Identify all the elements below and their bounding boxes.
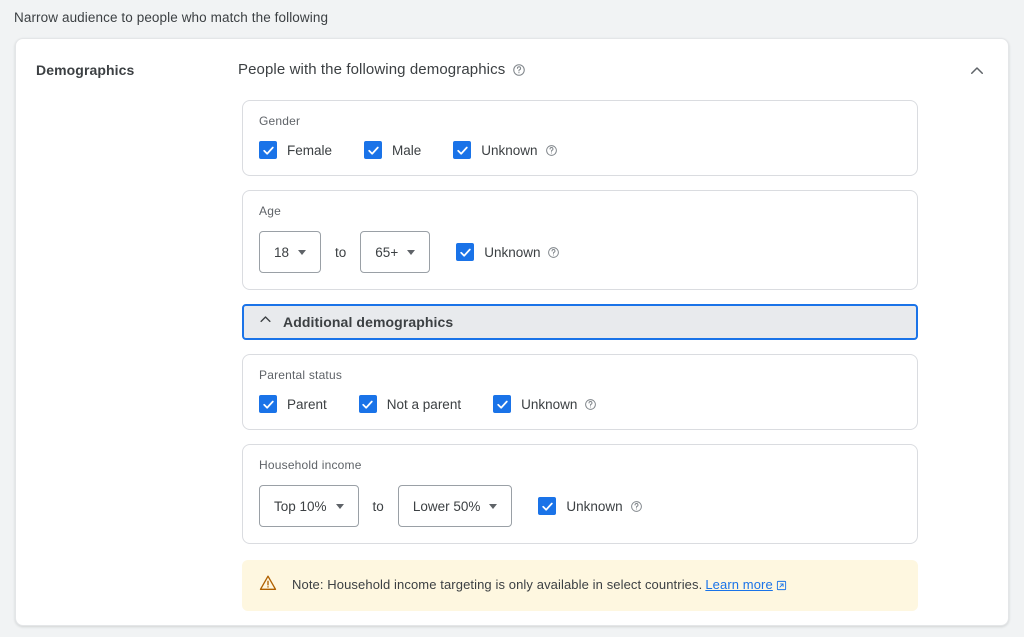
gender-checkbox-male[interactable]: Male — [364, 141, 421, 159]
warning-triangle-icon — [258, 573, 278, 598]
parental-status-panel: Parental status Parent Not a parent Unkn… — [242, 354, 918, 430]
age-panel: Age 18 to 65+ Unknown — [242, 190, 918, 290]
parental-checkbox-not-a-parent[interactable]: Not a parent — [358, 395, 462, 413]
household-income-panel: Household income Top 10% to Lower 50% Un… — [242, 444, 918, 544]
checkbox-checked-icon — [358, 395, 377, 413]
parental-status-label: Parental status — [259, 368, 343, 382]
checkbox-label: Unknown — [484, 244, 541, 260]
help-circle-icon[interactable] — [545, 144, 558, 157]
checkbox-checked-icon — [453, 141, 472, 159]
income-to-dropdown[interactable]: Lower 50% — [397, 485, 513, 527]
gender-panel: Gender Female Male Unknown — [242, 100, 918, 176]
checkbox-label: Unknown — [481, 142, 538, 158]
checkbox-label: Female — [287, 142, 333, 158]
demographics-targeting-page: Narrow audience to people who match the … — [0, 0, 1024, 637]
checkbox-checked-icon — [259, 395, 277, 413]
help-circle-icon[interactable] — [547, 246, 560, 259]
card-section-label: Demographics — [36, 62, 135, 78]
additional-demographics-label: Additional demographics — [283, 314, 454, 330]
income-from-value: Top 10% — [274, 498, 327, 514]
gender-checkbox-unknown[interactable]: Unknown — [453, 141, 557, 159]
household-income-label: Household income — [259, 458, 362, 472]
gender-label: Gender — [259, 114, 301, 128]
chevron-down-icon — [298, 249, 307, 255]
chevron-up-icon — [258, 312, 273, 332]
gender-options: Female Male Unknown — [259, 141, 901, 159]
checkbox-checked-icon — [259, 141, 277, 159]
note-message: Note: Household income targeting is only… — [292, 577, 703, 592]
age-to-dropdown[interactable]: 65+ — [360, 231, 431, 273]
checkbox-checked-icon — [364, 141, 383, 159]
collapse-section-button[interactable] — [964, 59, 990, 85]
card-header: People with the following demographics — [238, 61, 526, 78]
age-from-value: 18 — [274, 244, 290, 260]
age-checkbox-unknown[interactable]: Unknown — [456, 243, 560, 261]
age-range-separator: to — [335, 244, 347, 260]
demographics-card: Demographics People with the following d… — [15, 38, 1009, 626]
age-range-row: 18 to 65+ Unknown — [259, 231, 901, 273]
note-text-wrapper: Note: Household income targeting is only… — [292, 577, 787, 594]
parental-checkbox-parent[interactable]: Parent — [259, 395, 327, 413]
checkbox-checked-icon — [456, 243, 475, 261]
help-circle-icon[interactable] — [630, 500, 643, 513]
checkbox-label: Male — [392, 142, 422, 158]
income-checkbox-unknown[interactable]: Unknown — [538, 497, 642, 515]
parental-status-options: Parent Not a parent Unknown — [259, 395, 901, 413]
chevron-up-icon — [968, 62, 986, 83]
income-from-dropdown[interactable]: Top 10% — [259, 485, 359, 527]
age-label: Age — [259, 204, 281, 218]
demographics-content: Gender Female Male Unknown Age 18 to 65+… — [242, 100, 918, 611]
help-circle-icon[interactable] — [512, 63, 526, 77]
chevron-down-icon — [407, 249, 416, 255]
chevron-down-icon — [489, 503, 498, 509]
page-instruction: Narrow audience to people who match the … — [14, 10, 329, 25]
chevron-down-icon — [335, 503, 344, 509]
age-from-dropdown[interactable]: 18 — [259, 231, 322, 273]
income-availability-note: Note: Household income targeting is only… — [242, 560, 918, 611]
checkbox-checked-icon — [493, 395, 512, 413]
checkbox-label: Unknown — [566, 498, 623, 514]
gender-checkbox-female[interactable]: Female — [259, 141, 332, 159]
learn-more-link[interactable]: Learn more — [705, 577, 772, 592]
parental-checkbox-unknown[interactable]: Unknown — [493, 395, 597, 413]
income-range-separator: to — [372, 498, 384, 514]
external-link-icon[interactable] — [776, 579, 787, 594]
checkbox-label: Parent — [287, 396, 327, 412]
age-to-value: 65+ — [375, 244, 399, 260]
checkbox-checked-icon — [538, 497, 557, 515]
checkbox-label: Unknown — [521, 396, 578, 412]
income-to-value: Lower 50% — [412, 498, 481, 514]
help-circle-icon[interactable] — [584, 398, 597, 411]
additional-demographics-toggle[interactable]: Additional demographics — [242, 304, 918, 340]
page-title: People with the following demographics — [238, 61, 506, 78]
household-income-range-row: Top 10% to Lower 50% Unknown — [259, 485, 901, 527]
checkbox-label: Not a parent — [386, 396, 462, 412]
